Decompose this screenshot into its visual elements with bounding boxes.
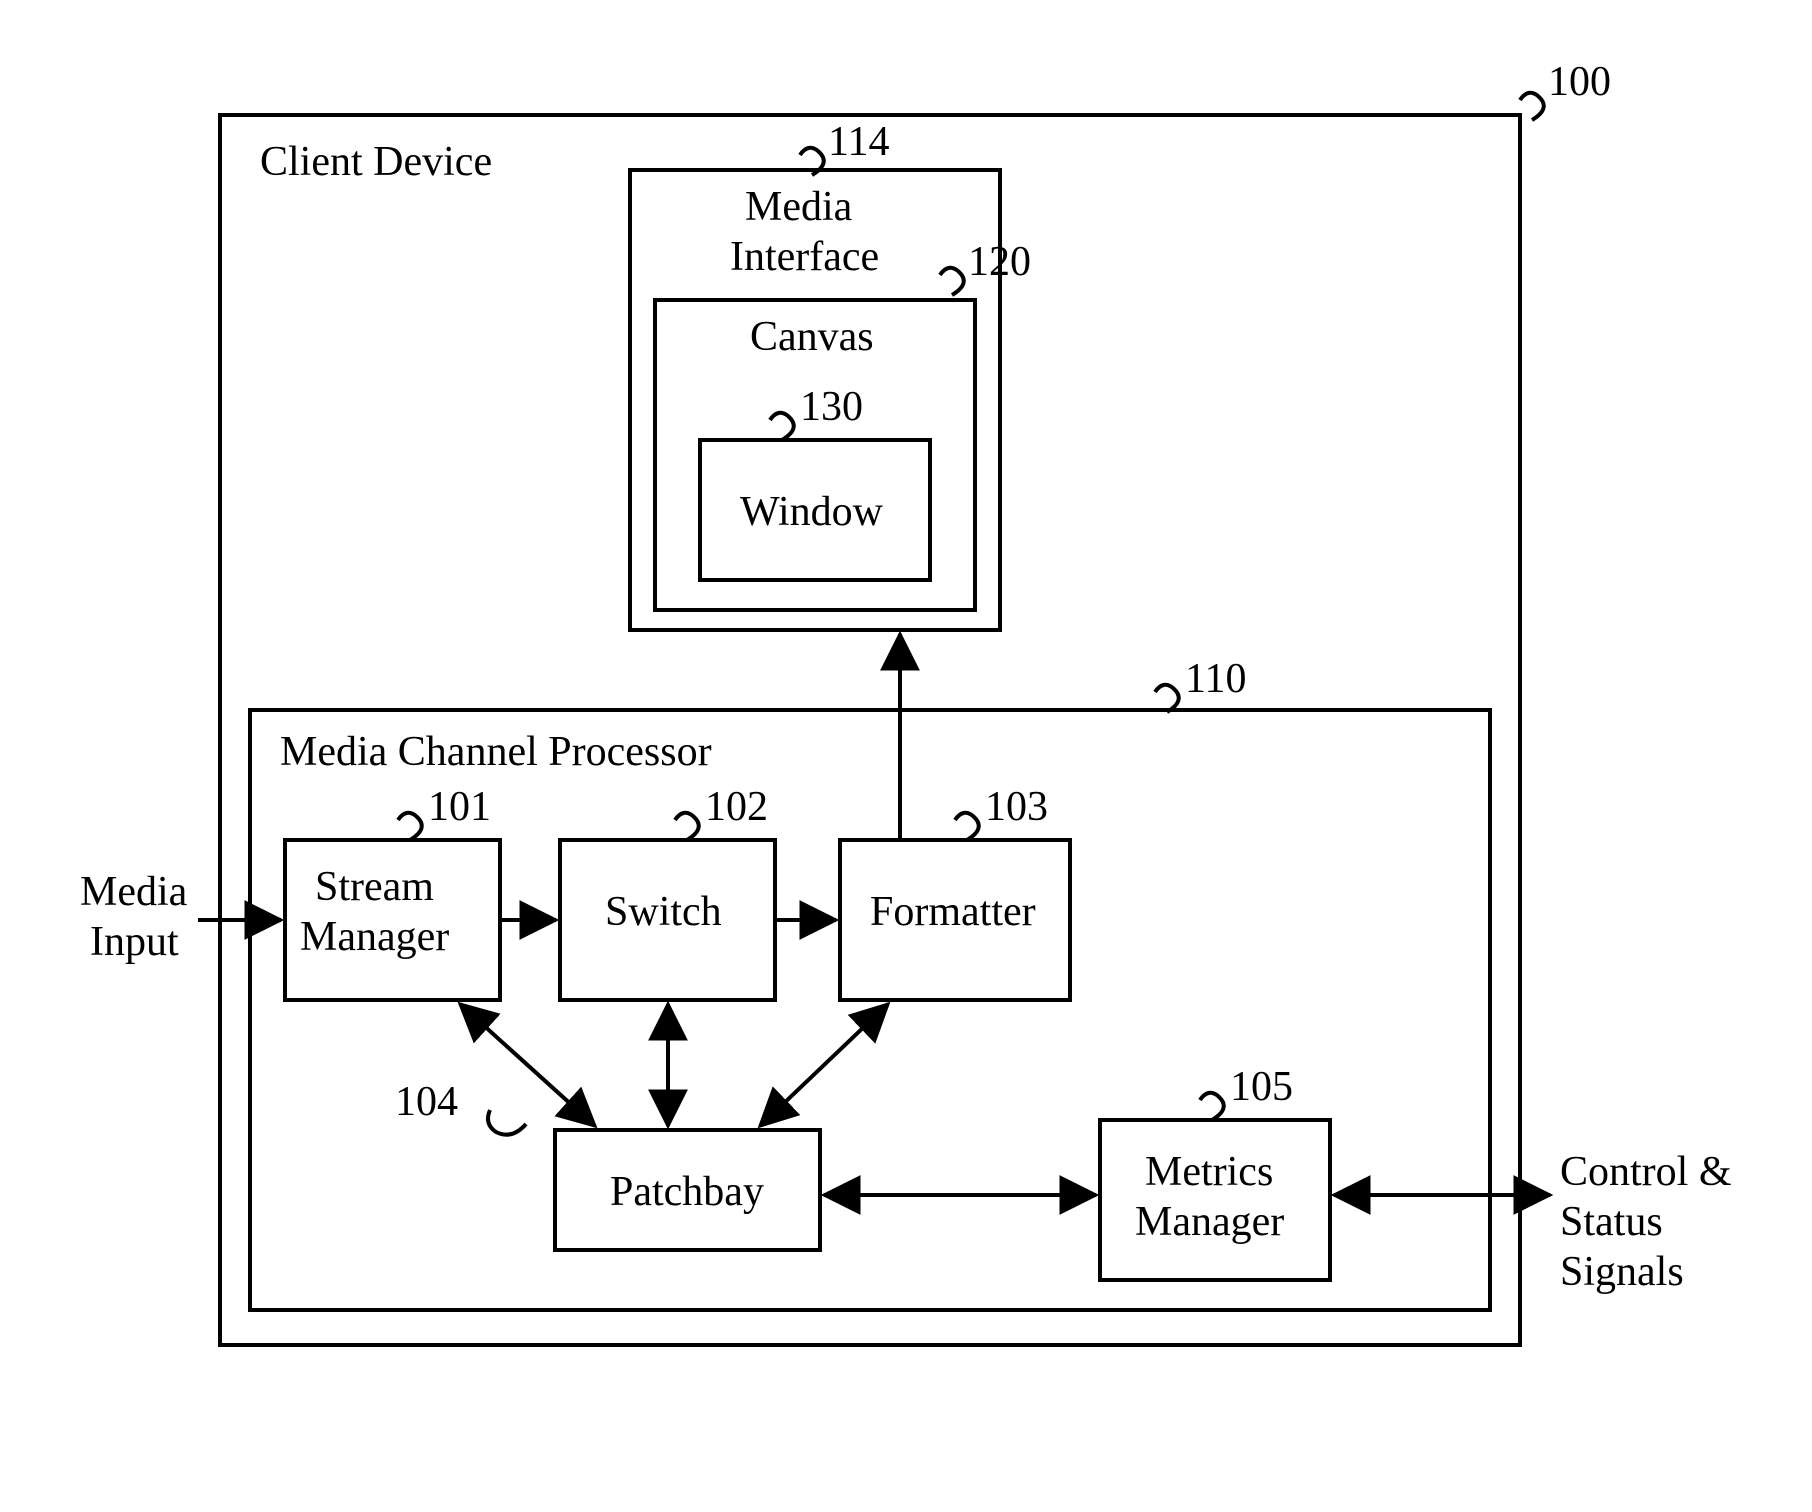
ref-105: 105 [1230,1064,1293,1110]
arrow-streammanager-patchbay [460,1004,595,1126]
ref-130: 130 [800,384,863,430]
patchbay-label: Patchbay [610,1169,764,1215]
control-status-label-1: Control & [1560,1149,1732,1195]
stream-manager-box: Stream Manager 101 [285,784,500,1000]
ref-102: 102 [705,784,768,830]
media-input-label-1: Media [80,869,188,915]
switch-box: Switch 102 [560,784,775,1000]
media-interface-label-2: Interface [730,234,879,280]
client-device-box: Client Device 100 [220,59,1611,1345]
ref-103: 103 [985,784,1048,830]
stream-manager-label-2: Manager [300,914,449,960]
ref-100: 100 [1548,59,1611,105]
metrics-manager-label-2: Manager [1135,1199,1284,1245]
metrics-manager-label-1: Metrics [1145,1149,1273,1195]
formatter-label: Formatter [870,889,1036,935]
ref-120: 120 [968,239,1031,285]
mcp-label: Media Channel Processor [280,729,712,775]
window-box: Window 130 [700,384,930,580]
ref-110: 110 [1185,656,1246,702]
arrow-formatter-patchbay [760,1004,888,1126]
ref-104: 104 [395,1079,458,1125]
control-status-label-group: Control & Status Signals [1560,1149,1732,1295]
switch-label: Switch [605,889,722,935]
metrics-manager-box: Metrics Manager 105 [1100,1064,1330,1280]
window-label: Window [740,489,884,535]
control-status-label-3: Signals [1560,1249,1684,1295]
media-input-label-group: Media Input [80,869,188,965]
media-interface-box: Media Interface 114 [630,119,1000,630]
ref-101: 101 [428,784,491,830]
ref-114: 114 [828,119,889,165]
control-status-label-2: Status [1560,1199,1663,1245]
media-interface-label-1: Media [745,184,853,230]
diagram-root: Client Device 100 Media Interface 114 Ca… [0,0,1812,1512]
client-device-label: Client Device [260,139,492,185]
canvas-label: Canvas [750,314,874,360]
patchbay-box: Patchbay 104 [395,1079,820,1250]
media-channel-processor-box: Media Channel Processor 110 [250,656,1490,1310]
formatter-box: Formatter 103 [840,784,1070,1000]
media-input-label-2: Input [90,919,179,965]
stream-manager-label-1: Stream [315,864,434,910]
